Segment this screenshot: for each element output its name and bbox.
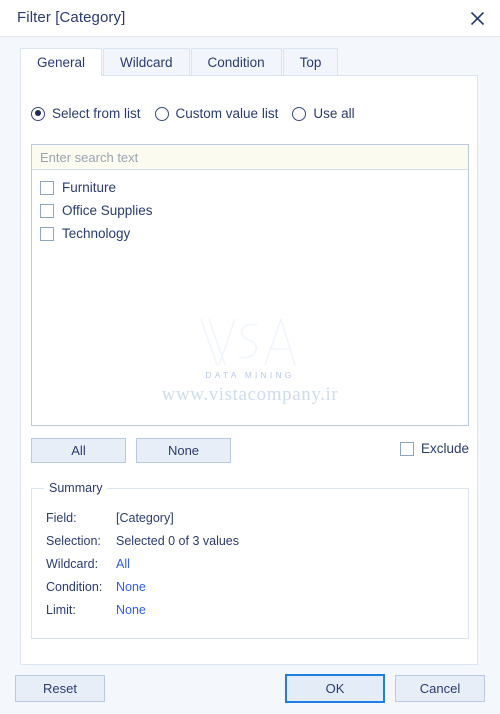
cancel-button[interactable]: Cancel [395,675,485,702]
general-tab-panel: Select from list Custom value list Use a… [20,75,478,665]
summary-row-limit: Limit: None [46,603,460,626]
filter-mode-group: Select from list Custom value list Use a… [31,106,369,121]
checkbox-office-supplies[interactable] [40,203,54,218]
checkbox-technology[interactable] [40,226,54,241]
search-input[interactable] [32,145,468,170]
list-item-label: Furniture [62,180,117,195]
summary-value-link[interactable]: None [116,580,146,594]
reset-button[interactable]: Reset [15,675,105,702]
select-none-label: None [167,443,200,458]
tab-condition[interactable]: Condition [190,48,282,76]
list-item[interactable]: Technology [40,222,468,245]
vsa-logo-icon [195,313,305,380]
exclude-checkbox[interactable]: Exclude [399,441,469,456]
select-none-button[interactable]: None [136,438,231,463]
list-item[interactable]: Office Supplies [40,199,468,222]
summary-rows: Field: [Category] Selection: Selected 0 … [46,511,460,626]
exclude-checkbox-box[interactable] [399,441,414,456]
radio-use-all[interactable]: Use all [292,106,355,121]
summary-group: Summary Field: [Category] Selection: Sel… [31,481,469,639]
ok-label: OK [325,681,345,696]
value-list: Furniture Office Supplies Technology [32,170,468,245]
tab-wildcard-label: Wildcard [120,55,173,70]
list-item-label: Technology [62,226,131,241]
filter-dialog: Filter [Category] General Wildcard Condi… [0,0,500,714]
radio-select-from-list[interactable]: Select from list [31,106,141,121]
select-all-button[interactable]: All [31,438,126,463]
summary-key: Condition: [46,580,103,594]
radio-custom-value-list-label: Custom value list [175,106,279,121]
dialog-footer: Reset OK Cancel [0,665,500,714]
cancel-label: Cancel [419,681,461,696]
watermark: DATA MINING www.vistacompany.ir [32,313,468,406]
radio-select-from-list-icon [31,106,45,121]
summary-value-link[interactable]: All [116,557,130,571]
radio-use-all-icon [292,106,307,121]
list-item-label: Office Supplies [62,203,153,218]
summary-row-wildcard: Wildcard: All [46,557,460,580]
radio-use-all-label: Use all [313,106,355,121]
tab-general-label: General [37,55,86,70]
ok-button[interactable]: OK [285,674,385,703]
reset-label: Reset [43,681,77,696]
checkbox-furniture[interactable] [40,180,54,195]
dialog-title: Filter [Category] [17,9,126,26]
tab-wildcard[interactable]: Wildcard [103,48,190,76]
summary-row-selection: Selection: Selected 0 of 3 values [46,534,460,557]
summary-row-field: Field: [Category] [46,511,460,534]
selection-controls-row: All None Exclude [31,438,469,464]
summary-row-condition: Condition: None [46,580,460,603]
summary-key: Selection: [46,534,101,548]
summary-key: Field: [46,511,77,525]
tab-top[interactable]: Top [282,48,339,76]
dialog-titlebar: Filter [Category] [0,0,500,37]
summary-key: Limit: [46,603,76,617]
exclude-label: Exclude [420,441,469,456]
summary-legend: Summary [44,481,108,495]
tab-general[interactable]: General [20,48,103,77]
value-list-box: Furniture Office Supplies Technology [31,144,469,426]
tab-strip-filler [339,48,478,76]
radio-custom-value-list[interactable]: Custom value list [154,106,279,121]
radio-select-from-list-label: Select from list [52,106,141,121]
tab-strip: General Wildcard Condition Top [20,48,478,77]
summary-value: Selected 0 of 3 values [116,534,239,548]
watermark-url: www.vistacompany.ir [161,384,339,405]
tab-condition-label: Condition [207,55,265,70]
summary-value: [Category] [116,511,174,525]
select-all-label: All [71,443,86,458]
radio-custom-value-list-icon [154,106,169,121]
tab-top-label: Top [299,55,322,70]
close-icon[interactable] [462,4,492,32]
watermark-tagline: DATA MINING [205,370,295,380]
list-item[interactable]: Furniture [40,176,468,199]
summary-value-link[interactable]: None [116,603,146,617]
summary-key: Wildcard: [46,557,99,571]
